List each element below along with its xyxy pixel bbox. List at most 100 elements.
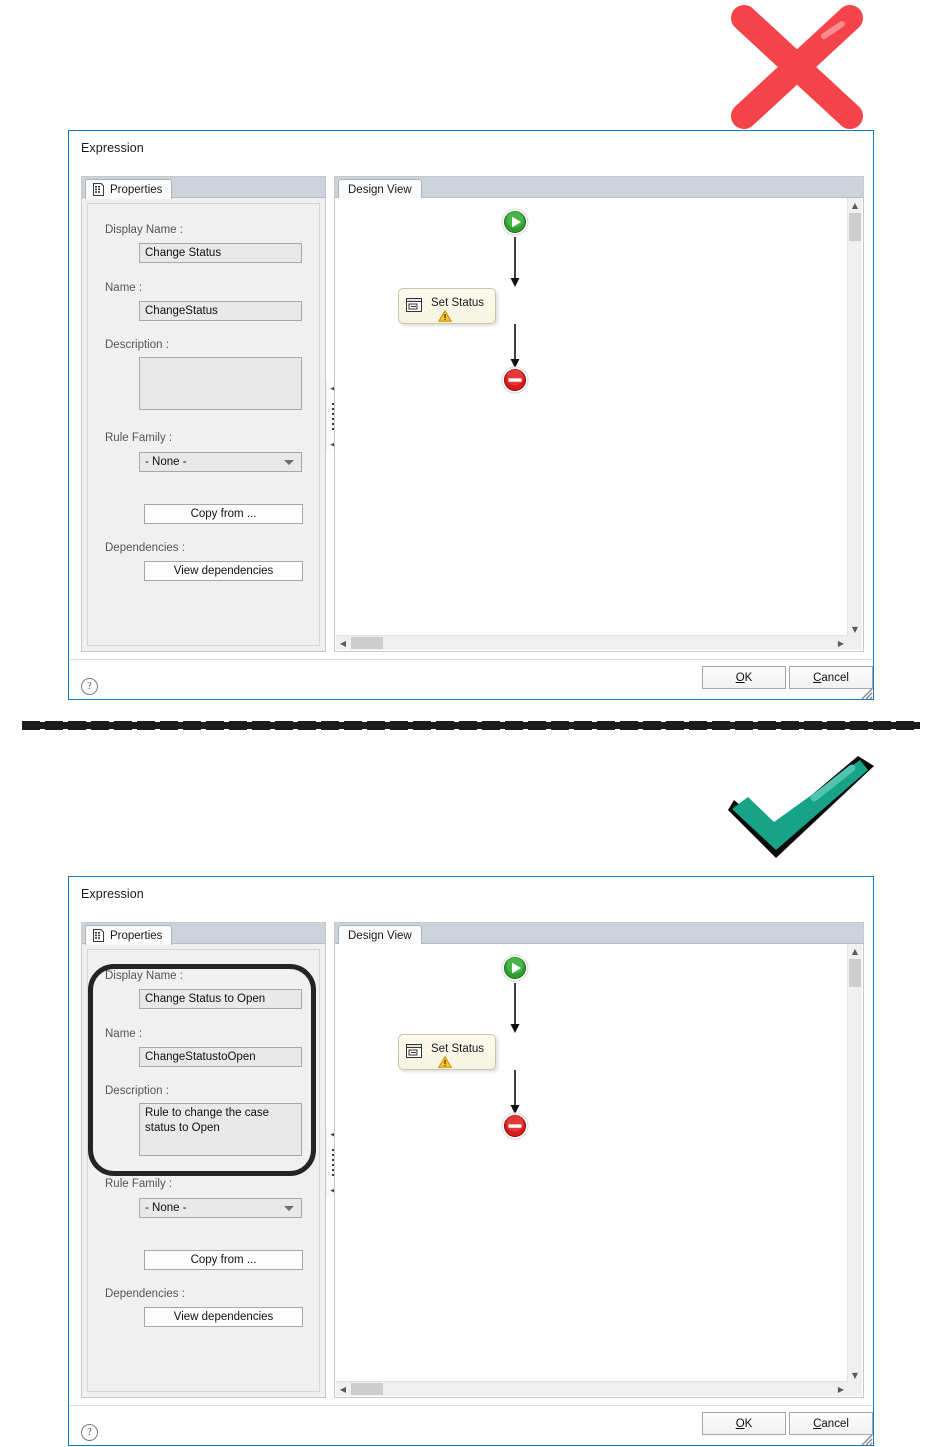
tab-design-view[interactable]: Design View [338, 179, 422, 199]
name-label: Name : [105, 282, 143, 294]
vertical-scroll-thumb-after[interactable] [849, 959, 861, 987]
footer-separator-after [70, 1405, 872, 1406]
name-label-after: Name : [105, 1028, 143, 1040]
flow-connector-2-after [510, 1070, 520, 1114]
design-canvas-after[interactable]: Set Status ▲ ▼ ◀ ▶ [336, 944, 862, 1396]
expression-dialog-before[interactable]: Expression Properties Display Name : Cha… [68, 130, 874, 700]
ok-button-after[interactable]: OK [702, 1412, 786, 1435]
scroll-up-arrow-icon[interactable]: ▲ [848, 198, 862, 212]
view-dependencies-button[interactable]: View dependencies [144, 561, 303, 581]
scroll-up-arrow-icon[interactable]: ▲ [848, 944, 862, 958]
properties-document-icon [93, 929, 104, 942]
scrollbar-corner [848, 636, 862, 650]
ok-rest-after: K [744, 1417, 753, 1430]
ok-mnemonic-after: O [735, 1417, 745, 1430]
dependencies-label-after: Dependencies : [105, 1288, 185, 1300]
cancel-rest-after: ancel [821, 1417, 849, 1430]
tab-design-view-label-after: Design View [348, 929, 412, 942]
properties-tabstrip: Properties [82, 177, 325, 199]
flow-connector-1-after [510, 983, 520, 1033]
set-status-icon [406, 1044, 422, 1058]
cancel-mnemonic: C [813, 671, 822, 684]
display-name-label: Display Name : [105, 224, 183, 236]
tab-design-view-after[interactable]: Design View [338, 925, 422, 945]
tab-properties-after[interactable]: Properties [85, 925, 173, 945]
display-name-label-after: Display Name : [105, 970, 183, 982]
ok-rest: K [744, 671, 753, 684]
tab-properties-label: Properties [110, 183, 163, 196]
scroll-down-arrow-icon[interactable]: ▼ [848, 1368, 862, 1382]
rule-family-label: Rule Family : [105, 432, 173, 444]
properties-tabstrip-after: Properties [82, 923, 325, 945]
footer-separator [70, 659, 872, 660]
name-input[interactable]: ChangeStatus [139, 301, 302, 321]
properties-form-after: Display Name : Change Status to Open Nam… [87, 949, 320, 1392]
ok-button[interactable]: OK [702, 666, 786, 689]
design-tabstrip: Design View [335, 177, 863, 199]
set-status-node-after[interactable]: Set Status [398, 1034, 496, 1070]
design-view-panel-after: Design View Set Status ▲ ▼ ◀ ▶ [334, 922, 864, 1398]
ok-mnemonic: O [735, 671, 745, 684]
cancel-mnemonic-after: C [813, 1417, 822, 1430]
vertical-scroll-thumb[interactable] [849, 213, 861, 241]
resize-grip-after[interactable] [859, 1432, 873, 1446]
rule-family-value: - None - [145, 455, 187, 468]
horizontal-scroll-thumb[interactable] [351, 637, 383, 649]
help-icon-after[interactable]: ? [81, 1424, 98, 1441]
scroll-right-arrow-icon[interactable]: ▶ [834, 1382, 848, 1396]
scroll-right-arrow-icon[interactable]: ▶ [834, 636, 848, 650]
design-vertical-scrollbar-after[interactable]: ▲ ▼ [847, 944, 862, 1382]
red-x-mark [718, 2, 876, 132]
design-horizontal-scrollbar-after[interactable]: ◀ ▶ [336, 1381, 848, 1396]
horizontal-scroll-thumb-after[interactable] [351, 1383, 383, 1395]
expression-dialog-after[interactable]: Expression Properties Display Name : Cha… [68, 876, 874, 1446]
chevron-down-icon [284, 1205, 294, 1211]
set-status-icon [406, 298, 422, 312]
display-name-input[interactable]: Change Status [139, 243, 302, 263]
description-label: Description : [105, 339, 169, 351]
description-input[interactable] [139, 357, 302, 410]
dependencies-label: Dependencies : [105, 542, 185, 554]
scrollbar-corner-after [848, 1382, 862, 1396]
scroll-left-arrow-icon[interactable]: ◀ [336, 636, 350, 650]
design-horizontal-scrollbar[interactable]: ◀ ▶ [336, 635, 848, 650]
rule-family-label-after: Rule Family : [105, 1178, 173, 1190]
scroll-down-arrow-icon[interactable]: ▼ [848, 622, 862, 636]
start-node[interactable] [500, 207, 530, 237]
copy-from-button-after[interactable]: Copy from ... [144, 1250, 303, 1270]
rule-family-value-after: - None - [145, 1201, 187, 1214]
set-status-node[interactable]: Set Status [398, 288, 496, 324]
resize-grip[interactable] [859, 686, 873, 700]
scroll-left-arrow-icon[interactable]: ◀ [336, 1382, 350, 1396]
properties-panel: Properties Display Name : Change Status … [81, 176, 326, 652]
chevron-down-icon [284, 459, 294, 465]
end-node-after[interactable] [500, 1111, 530, 1141]
design-tabstrip-after: Design View [335, 923, 863, 945]
perforated-divider [22, 718, 920, 734]
dialog-title: Expression [81, 141, 144, 155]
tab-design-view-label: Design View [348, 183, 412, 196]
dialog-title-after: Expression [81, 887, 144, 901]
design-canvas[interactable]: Set Status ▲ ▼ ◀ ▶ [336, 198, 862, 650]
design-vertical-scrollbar[interactable]: ▲ ▼ [847, 198, 862, 636]
green-check-mark [718, 752, 884, 862]
warning-triangle-icon [438, 1056, 452, 1068]
flow-connector-1 [510, 237, 520, 287]
name-input-after[interactable]: ChangeStatustoOpen [139, 1047, 302, 1067]
display-name-input-after[interactable]: Change Status to Open [139, 989, 302, 1009]
properties-form: Display Name : Change Status Name : Chan… [87, 203, 320, 646]
tab-properties[interactable]: Properties [85, 179, 173, 199]
flow-connector-2 [510, 324, 520, 368]
design-view-panel: Design View Set Status ▲ ▼ ◀ ▶ [334, 176, 864, 652]
view-dependencies-button-after[interactable]: View dependencies [144, 1307, 303, 1327]
properties-panel-after: Properties Display Name : Change Status … [81, 922, 326, 1398]
copy-from-button[interactable]: Copy from ... [144, 504, 303, 524]
description-input-after[interactable]: Rule to change the case status to Open [139, 1103, 302, 1156]
end-node[interactable] [500, 365, 530, 395]
warning-triangle-icon [438, 310, 452, 322]
start-node-after[interactable] [500, 953, 530, 983]
help-icon[interactable]: ? [81, 678, 98, 695]
rule-family-select-after[interactable]: - None - [139, 1198, 302, 1218]
tab-properties-label-after: Properties [110, 929, 163, 942]
rule-family-select[interactable]: - None - [139, 452, 302, 472]
